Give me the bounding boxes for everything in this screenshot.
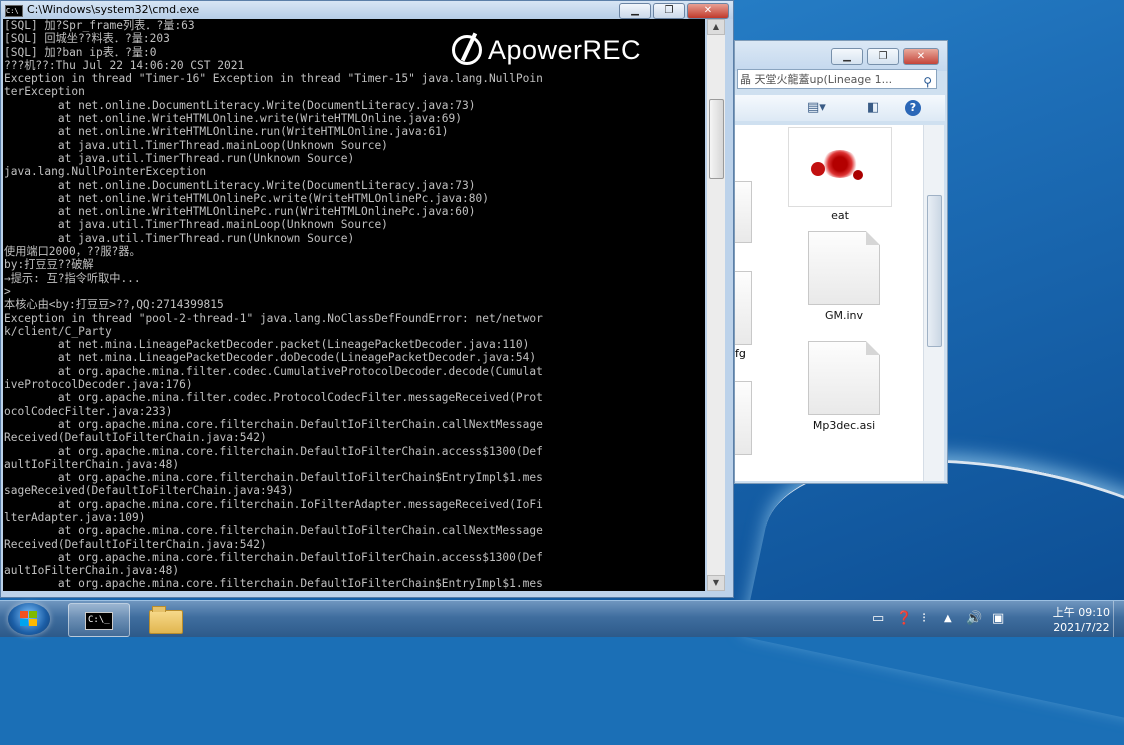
clock-time: 上午 09:10 [1052,606,1110,619]
view-options-icon[interactable]: ▤▾ [807,100,826,115]
scroll-thumb[interactable] [927,195,942,347]
file-icon-partial[interactable] [735,181,752,243]
action-center-icon[interactable]: ▣ [992,611,1004,626]
explorer-scrollbar[interactable] [923,125,944,481]
document-icon [808,231,880,305]
start-button[interactable] [8,603,50,635]
explorer-titlebar[interactable]: ▁ ❐ ✕ [735,41,947,71]
file-item-eat[interactable]: eat [785,127,895,222]
keyboard-icon[interactable]: ▭ [872,611,884,626]
cmd-window-title: C:\Windows\system32\cmd.exe [27,3,200,16]
explorer-minimize-button[interactable]: ▁ [831,48,863,65]
taskbar-item-cmd[interactable]: C:\_ [68,603,130,637]
minimize-button[interactable]: ▁ [619,3,651,19]
taskbar: C:\_ ▭ ❓ ⁝ ▲ 🔊 ▣ 上午 09:10 2021/7/22 [0,600,1124,637]
watermark-text: ApowerREC [488,34,642,65]
console-text: [SQL] 加?Spr_frame列表．?量:63 [SQL] 回城坐??料表．… [4,19,543,591]
show-hidden-icons-icon[interactable]: ▲ [944,613,952,624]
console-output[interactable]: [SQL] 加?Spr_frame列表．?量:63 [SQL] 回城坐??料表．… [3,19,705,591]
explorer-file-list: eat fg GM.inv Mp3dec.asi [735,125,923,481]
file-label: GM.inv [824,309,864,322]
clock-date: 2021/7/22 [1053,621,1110,634]
file-icon-partial[interactable] [735,381,752,455]
file-icon-partial[interactable] [735,271,752,345]
folder-icon [149,606,183,634]
taskbar-item-explorer[interactable] [134,603,196,637]
scroll-down-arrow-icon[interactable]: ▼ [707,575,725,591]
explorer-maximize-button[interactable]: ❐ [867,48,899,65]
maximize-button[interactable]: ❐ [653,3,685,19]
cmd-app-icon: C:\ [5,5,23,17]
network-status-icon[interactable]: ⁝ [922,611,926,626]
close-button[interactable]: ✕ [687,3,729,19]
file-item-gm-inv[interactable]: GM.inv [799,231,889,322]
cmd-titlebar[interactable]: C:\ C:\Windows\system32\cmd.exe ▁ ❐ ✕ [1,1,733,19]
image-thumbnail [788,127,892,207]
file-item-mp3dec[interactable]: Mp3dec.asi [799,341,889,432]
volume-icon[interactable]: 🔊 [966,611,982,626]
cmd-scrollbar[interactable]: ▲ ▼ [707,19,725,591]
file-label: eat [831,209,849,222]
explorer-address-text: 晶 天堂火龍蓋up(Lineage 1... [740,73,893,86]
scroll-thumb[interactable] [709,99,724,179]
taskbar-clock[interactable]: 上午 09:10 2021/7/22 [1053,605,1110,635]
cmd-icon: C:\_ [85,612,113,630]
explorer-address-bar[interactable]: 晶 天堂火龍蓋up(Lineage 1... ⚲ [737,69,937,89]
explorer-close-button[interactable]: ✕ [903,48,939,65]
search-icon[interactable]: ⚲ [923,72,932,88]
file-label-partial: fg [735,347,746,360]
explorer-toolbar: ▤▾ ◧ ? [735,95,945,121]
help-icon[interactable]: ? [905,100,921,116]
system-tray: ▭ ❓ ⁝ ▲ 🔊 ▣ [870,601,1030,637]
file-label: Mp3dec.asi [812,419,876,432]
show-desktop-button[interactable] [1113,601,1124,637]
preview-pane-icon[interactable]: ◧ [867,100,879,115]
scroll-up-arrow-icon[interactable]: ▲ [707,19,725,35]
windows-logo-icon [20,611,38,627]
explorer-window[interactable]: ▁ ❐ ✕ 晶 天堂火龍蓋up(Lineage 1... ⚲ ▤▾ ◧ ? ea… [734,40,948,484]
document-icon [808,341,880,415]
cmd-window[interactable]: C:\ C:\Windows\system32\cmd.exe ▁ ❐ ✕ [S… [0,0,734,598]
help-tray-icon[interactable]: ❓ [896,611,912,626]
apowerrec-logo-icon [452,35,482,65]
apowerrec-watermark: ApowerREC [452,30,641,70]
